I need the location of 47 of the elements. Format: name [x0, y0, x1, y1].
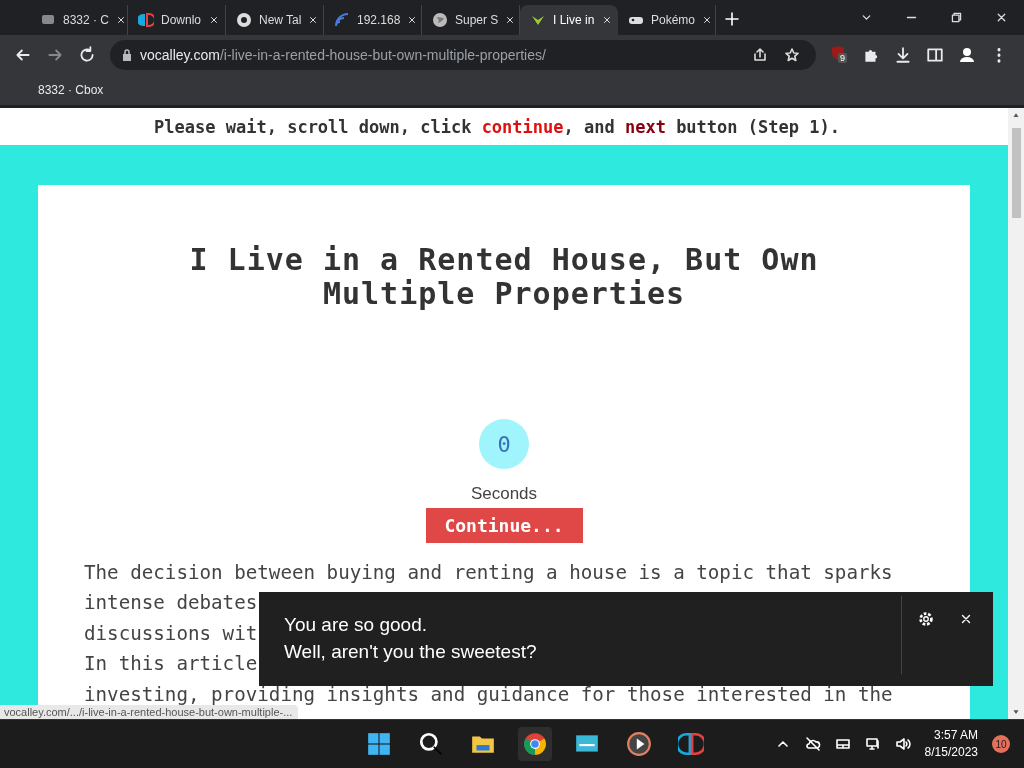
settings-icon[interactable] — [917, 610, 935, 628]
url-text: vocalley.com/i-live-in-a-rented-house-but-own-multiple-properties/ — [140, 47, 546, 63]
clock[interactable]: 3:57 AM 8/15/2023 — [924, 727, 978, 761]
close-tab-icon[interactable] — [602, 15, 612, 25]
reload-icon[interactable] — [78, 46, 96, 64]
side-panel-icon[interactable] — [926, 46, 944, 64]
caption-text: Well, aren't you the sweetest? — [284, 641, 538, 663]
browser-tab[interactable]: I Live in — [520, 5, 618, 35]
game-logo-icon — [138, 12, 154, 28]
star-icon[interactable] — [784, 47, 800, 63]
profile-icon[interactable] — [957, 45, 977, 65]
new-tab-icon[interactable] — [724, 11, 740, 27]
network-icon[interactable] — [864, 736, 881, 752]
touchpad-icon[interactable] — [834, 736, 851, 752]
article-text-line: intense debates — [84, 591, 258, 615]
close-tab-icon[interactable] — [505, 15, 516, 25]
lock-icon — [122, 49, 132, 61]
caption-text: You are so good. — [284, 614, 428, 636]
scrollbar-thumb[interactable] — [1011, 128, 1021, 218]
share-icon[interactable] — [752, 47, 768, 63]
close-icon[interactable] — [959, 612, 973, 626]
cloud-icon[interactable] — [804, 736, 821, 752]
scrollbar[interactable] — [1008, 108, 1024, 719]
notification-badge[interactable]: 10 — [992, 735, 1010, 753]
countdown-counter: 0 — [479, 419, 529, 469]
restore-icon[interactable] — [950, 11, 963, 24]
article-text-line: The decision between buying and renting a house is a topic that sparks — [84, 561, 893, 584]
bookmark-link[interactable]: 8332 · Cbox — [38, 83, 104, 97]
article-text-line: investing, providing insights and guidance for those interested in the — [84, 682, 893, 706]
speaker-icon[interactable] — [894, 736, 911, 752]
close-icon[interactable] — [995, 11, 1008, 24]
close-tab-icon[interactable] — [308, 15, 319, 25]
clock-date: 8/15/2023 — [924, 744, 978, 761]
article-text-line: discussions wit — [84, 621, 258, 645]
close-tab-icon[interactable] — [209, 15, 219, 25]
countdown-label: Seconds — [470, 484, 538, 504]
article-text-line: In this article — [84, 652, 258, 676]
address-bar[interactable]: vocalley.com/i-live-in-a-rented-house-but-own-multiple-properties/ — [110, 40, 816, 70]
clock-time: 3:57 AM — [933, 727, 978, 744]
close-tab-icon[interactable] — [407, 15, 418, 25]
notice-text: Please wait, scroll down, click continue, and next button (Step 1). — [153, 115, 841, 139]
status-url: vocalley.com/.../i-live-in-a-rented-house-but-own-multiple-... — [0, 705, 299, 719]
article-title: I Live in a Rented House, But Own Multiple Properties — [188, 243, 820, 311]
download-icon[interactable] — [894, 46, 912, 64]
continue-button[interactable]: Continue... — [425, 508, 583, 543]
close-tab-icon[interactable] — [116, 15, 127, 25]
close-tab-icon[interactable] — [702, 15, 713, 25]
